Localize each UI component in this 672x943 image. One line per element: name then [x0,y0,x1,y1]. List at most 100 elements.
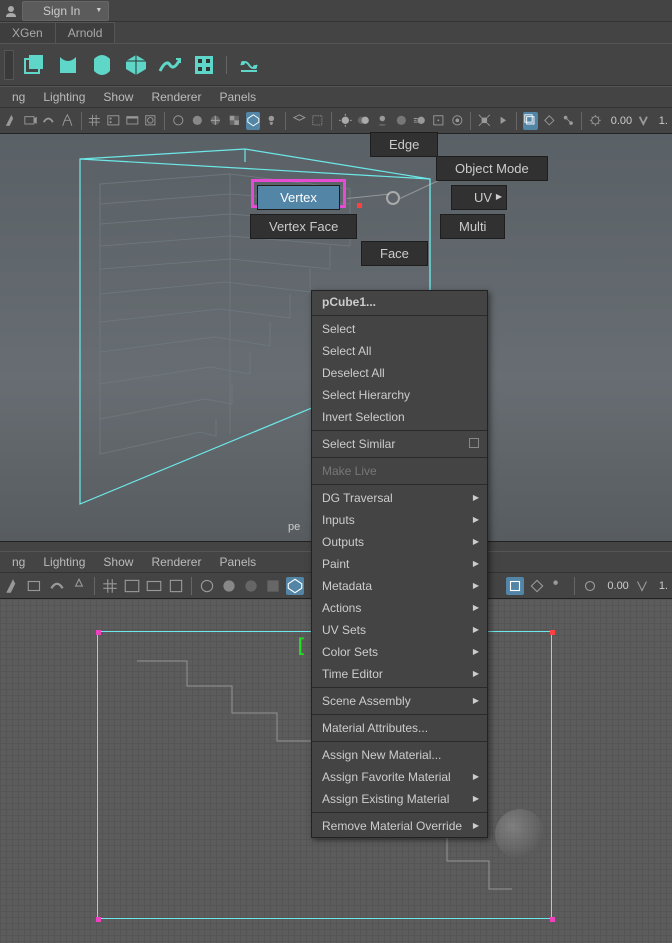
cm-actions[interactable]: Actions [312,597,487,619]
mm-object-mode[interactable]: Object Mode [436,156,548,181]
vp-tb-xray2[interactable] [542,112,557,130]
vp-tb-xrayj[interactable] [561,112,576,130]
vp-tb-xray[interactable] [310,112,325,130]
vp2-menu-show[interactable]: Show [97,553,139,571]
vp2-tb-s1[interactable] [198,577,216,595]
vp-tb-icon2[interactable] [23,112,38,130]
vp-tb-film[interactable] [106,112,121,130]
shelf-icon-2[interactable] [54,51,82,79]
vp2-tb-s2[interactable] [220,577,238,595]
vp2-tb-3[interactable] [48,577,66,595]
vp-tb-lights[interactable] [264,112,279,130]
vp2-tb-x2[interactable] [550,577,568,595]
vp2-menu-lighting[interactable]: Lighting [37,553,91,571]
cm-deselect-all[interactable]: Deselect All [312,362,487,384]
mm-multi[interactable]: Multi [440,214,505,239]
vp-tb-isolate-arrow[interactable] [496,112,511,130]
shelf-icon-1[interactable] [20,51,48,79]
vp-tb-exposure[interactable] [588,112,603,130]
vp-tb-motion[interactable] [412,112,427,130]
vp-tb-ao[interactable] [394,112,409,130]
cm-scene-assembly[interactable]: Scene Assembly [312,690,487,712]
vp2-tb-2[interactable] [26,577,44,595]
vp2-tb-sel[interactable] [506,577,524,595]
vp-tb-wire-on-shade[interactable] [208,112,223,130]
vp-tb-gate[interactable] [143,112,158,130]
mm-uv[interactable]: UV [451,185,507,210]
vp-menu-panels[interactable]: Panels [213,88,262,106]
cm-assign-new-material[interactable]: Assign New Material... [312,744,487,766]
cm-remove-material-override[interactable]: Remove Material Override [312,815,487,837]
cm-invert-selection[interactable]: Invert Selection [312,406,487,428]
vp-tb-texture[interactable] [227,112,242,130]
vp-menu-show[interactable]: Show [97,88,139,106]
cm-select-all[interactable]: Select All [312,340,487,362]
vp-tb-gamma[interactable] [636,112,651,130]
vp-tb-iso[interactable] [292,112,307,130]
cm-color-sets[interactable]: Color Sets [312,641,487,663]
vp-tb-icon3[interactable] [41,112,56,130]
vp2-menu-panels[interactable]: Panels [213,553,262,571]
vp-tb-dof[interactable] [450,112,465,130]
cm-time-editor[interactable]: Time Editor [312,663,487,685]
mm-vertex[interactable]: Vertex [257,185,340,210]
cm-select[interactable]: Select [312,318,487,340]
mm-vertex-face[interactable]: Vertex Face [250,214,357,239]
vp2-tb-gate[interactable] [167,577,185,595]
vp2-tb-s4[interactable] [264,577,282,595]
mm-edge[interactable]: Edge [370,132,438,157]
vp-tb-isolate[interactable] [477,112,492,130]
cm-sep4 [312,484,487,485]
vp2-menu-renderer[interactable]: Renderer [145,553,207,571]
cm-inputs[interactable]: Inputs [312,509,487,531]
vp-tb-bars[interactable] [125,112,140,130]
vp2-menu-shading[interactable]: ng [6,553,31,571]
vp2-tb-active[interactable] [286,577,304,595]
signin-dropdown[interactable]: Sign In [22,1,109,21]
vp2-tb-x1[interactable] [528,577,546,595]
vp-tb-two-tone[interactable] [356,112,371,130]
tab-arnold[interactable]: Arnold [56,22,116,43]
cm-uv-sets[interactable]: UV Sets [312,619,487,641]
vp-tb-light-use[interactable] [338,112,353,130]
vp-tb-msaa[interactable] [431,112,446,130]
cm-paint[interactable]: Paint [312,553,487,575]
cm-sep6 [312,714,487,715]
cm-assign-favorite-material[interactable]: Assign Favorite Material [312,766,487,788]
vp2-tb-gamma[interactable] [633,577,651,595]
vp-tb-active[interactable] [246,112,261,130]
cm-select-similar[interactable]: Select Similar [312,433,487,455]
mm-face[interactable]: Face [361,241,428,266]
cm-assign-existing-material[interactable]: Assign Existing Material [312,788,487,810]
cm-metadata[interactable]: Metadata [312,575,487,597]
vp2-tb-exp[interactable] [581,577,599,595]
vp-tb-select-camera[interactable] [4,112,19,130]
vp-menu-lighting[interactable]: Lighting [37,88,91,106]
vp-tb-shade2[interactable] [190,112,205,130]
vp2-tb-film[interactable] [123,577,141,595]
shelf-toggle[interactable] [4,50,14,80]
shelf-icon-4[interactable] [122,51,150,79]
cm-material-attributes[interactable]: Material Attributes... [312,717,487,739]
cm-dg-traversal[interactable]: DG Traversal [312,487,487,509]
vp2-tb-bars[interactable] [145,577,163,595]
vp-menu-shading[interactable]: ng [6,88,31,106]
vp-tb-grid[interactable] [87,112,102,130]
shelf-icon-5[interactable] [156,51,184,79]
cm-object-name[interactable]: pCube1... [312,291,487,313]
vp-tb-shade1[interactable] [171,112,186,130]
vp-menu-renderer[interactable]: Renderer [145,88,207,106]
vp-tb-icon4[interactable] [60,112,75,130]
shelf-icon-7[interactable] [235,51,263,79]
vp2-tb-1[interactable] [4,577,22,595]
shelf-icon-3[interactable] [88,51,116,79]
shelf-icon-6[interactable] [190,51,218,79]
vp2-tb-4[interactable] [70,577,88,595]
tab-xgen[interactable]: XGen [0,22,56,43]
cm-select-hierarchy[interactable]: Select Hierarchy [312,384,487,406]
vp2-tb-grid[interactable] [101,577,119,595]
vp2-tb-s3[interactable] [242,577,260,595]
vp-tb-sel-highlight[interactable] [523,112,538,130]
vp-tb-shadow[interactable] [375,112,390,130]
cm-outputs[interactable]: Outputs [312,531,487,553]
